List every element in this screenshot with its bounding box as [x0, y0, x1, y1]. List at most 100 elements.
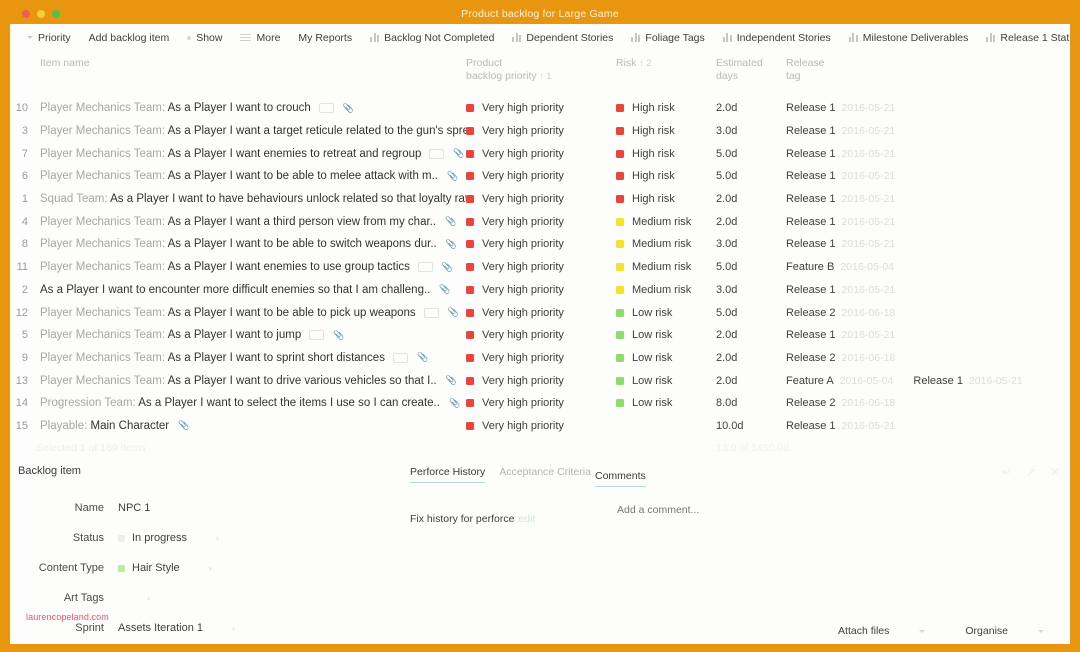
row-release-tags[interactable]: Release 1 2016-05-21	[786, 125, 1070, 137]
col-header-risk[interactable]: Risk ↑ 2	[616, 57, 716, 70]
attachment-icon[interactable]: 📎	[439, 285, 450, 294]
row-item-name[interactable]: Player Mechanics Team: As a Player I wan…	[36, 375, 466, 387]
col-header-estimated-days[interactable]: Estimated days	[716, 57, 786, 82]
tag-chip-icon[interactable]	[429, 148, 445, 159]
toolbar-item-add-backlog-item[interactable]: Add backlog item	[80, 32, 179, 44]
attachment-icon[interactable]: 📎	[178, 421, 189, 430]
row-risk[interactable]: High risk	[616, 125, 716, 137]
row-release-tags[interactable]: Release 1 2016-05-21	[786, 284, 1070, 296]
row-item-name[interactable]: As a Player I want to encounter more dif…	[36, 284, 466, 296]
table-row[interactable]: 9 Player Mechanics Team: As a Player I wa…	[10, 347, 1070, 370]
row-risk[interactable]: Low risk	[616, 329, 716, 341]
row-item-name[interactable]: Player Mechanics Team: As a Player I wan…	[36, 261, 466, 273]
row-priority[interactable]: Very high priority	[466, 170, 616, 182]
attachment-icon[interactable]: 📎	[446, 239, 457, 249]
table-row[interactable]: 7 Player Mechanics Team: As a Player I wa…	[10, 142, 1070, 165]
row-risk[interactable]: High risk	[616, 170, 716, 182]
toolbar-item-foliage-tags[interactable]: Foliage Tags	[622, 32, 713, 44]
expand-icon[interactable]: ↗	[1026, 465, 1036, 479]
table-row[interactable]: 4 Player Mechanics Team: As a Player I wa…	[10, 210, 1070, 233]
toolbar-item-my-reports[interactable]: My Reports	[289, 32, 361, 44]
col-header-release-tag[interactable]: Release tag	[786, 57, 1070, 82]
table-row[interactable]: 1 Squad Team: As a Player I want to have …	[10, 188, 1070, 211]
row-estimated-days[interactable]: 3.0d	[716, 125, 786, 137]
table-row[interactable]: 2 As a Player I want to encounter more d…	[10, 279, 1070, 302]
row-item-name[interactable]: Player Mechanics Team: As a Player I wan…	[36, 329, 466, 341]
attachment-icon[interactable]: 📎	[453, 149, 464, 158]
row-priority[interactable]: Very high priority	[466, 238, 616, 250]
row-estimated-days[interactable]: 5.0d	[716, 307, 786, 319]
return-icon[interactable]: ↵	[1002, 465, 1012, 479]
table-row[interactable]: 12 Player Mechanics Team: As a Player I w…	[10, 301, 1070, 324]
row-item-name[interactable]: Player Mechanics Team: As a Player I wan…	[36, 238, 466, 250]
row-priority[interactable]: Very high priority	[466, 261, 616, 273]
table-row[interactable]: 6 Player Mechanics Team: As a Player I wa…	[10, 165, 1070, 188]
tag-chip-icon[interactable]	[392, 352, 408, 363]
row-release-tags[interactable]: Release 1 2016-05-21	[786, 216, 1070, 228]
toolbar-item-independent-stories[interactable]: Independent Stories	[714, 32, 840, 44]
row-release-tags[interactable]: Release 1 2016-05-21	[786, 170, 1070, 182]
row-release-tags[interactable]: Release 1 2016-05-21	[786, 102, 1070, 114]
attachment-icon[interactable]: 📎	[442, 262, 453, 272]
tag-chip-icon[interactable]	[309, 330, 325, 341]
row-priority[interactable]: Very high priority	[466, 352, 616, 364]
row-priority[interactable]: Very high priority	[466, 329, 616, 341]
row-release-tags[interactable]: Release 2 2016-06-18	[786, 352, 1070, 364]
table-row[interactable]: 14 Progression Team: As a Player I want t…	[10, 392, 1070, 415]
toolbar-item-more[interactable]: More	[231, 32, 289, 44]
row-item-name[interactable]: Playable: Main Character 📎	[36, 420, 466, 432]
row-release-tags[interactable]: Release 2 2016-06-18	[786, 307, 1070, 319]
row-release-tags[interactable]: Feature A 2016-05-04 Release 1 2016-05-21	[786, 375, 1070, 387]
row-item-name[interactable]: Player Mechanics Team: As a Player I wan…	[36, 170, 466, 182]
tab-perforce-history[interactable]: Perforce History	[410, 466, 486, 484]
row-risk[interactable]: Medium risk	[616, 238, 716, 250]
row-priority[interactable]: Very high priority	[466, 102, 616, 114]
toolbar-item-release-1-status[interactable]: Release 1 Status	[977, 32, 1070, 44]
row-estimated-days[interactable]: 2.0d	[716, 329, 786, 341]
row-risk[interactable]: Medium risk	[616, 261, 716, 273]
attachment-icon[interactable]: 📎	[447, 171, 458, 181]
row-priority[interactable]: Very high priority	[466, 193, 616, 205]
toolbar-item-milestone-deliverables[interactable]: Milestone Deliverables	[840, 32, 978, 44]
tag-chip-icon[interactable]	[417, 262, 433, 273]
row-risk[interactable]: Medium risk	[616, 284, 716, 296]
tab-acceptance-criteria[interactable]: Acceptance Criteria	[499, 466, 591, 483]
row-priority[interactable]: Very high priority	[466, 284, 616, 296]
row-item-name[interactable]: Player Mechanics Team: As a Player I wan…	[36, 148, 466, 160]
row-release-tags[interactable]: Release 2 2016-06-18	[786, 397, 1070, 409]
toolbar-item-dependent-stories[interactable]: Dependent Stories	[503, 32, 622, 44]
row-priority[interactable]: Very high priority	[466, 148, 616, 160]
row-estimated-days[interactable]: 2.0d	[716, 216, 786, 228]
table-row[interactable]: 5 Player Mechanics Team: As a Player I wa…	[10, 324, 1070, 347]
row-item-name[interactable]: Progression Team: As a Player I want to …	[36, 397, 466, 409]
row-risk[interactable]: High risk	[616, 102, 716, 114]
row-estimated-days[interactable]: 2.0d	[716, 375, 786, 387]
attachment-icon[interactable]: 📎	[446, 376, 457, 385]
row-priority[interactable]: Very high priority	[466, 420, 616, 432]
row-release-tags[interactable]: Release 1 2016-05-21	[786, 238, 1070, 250]
toolbar-item-backlog-not-completed[interactable]: Backlog Not Completed	[361, 32, 503, 44]
row-estimated-days[interactable]: 5.0d	[716, 170, 786, 182]
row-item-name[interactable]: Player Mechanics Team: As a Player I wan…	[36, 216, 466, 228]
row-release-tags[interactable]: Release 1 2016-05-21	[786, 420, 1070, 432]
table-row[interactable]: 3 Player Mechanics Team: As a Player I wa…	[10, 120, 1070, 143]
row-estimated-days[interactable]: 5.0d	[716, 148, 786, 160]
history-edit-link[interactable]: edit	[518, 513, 535, 525]
table-row[interactable]: 10 Player Mechanics Team: As a Player I w…	[10, 97, 1070, 120]
row-release-tags[interactable]: Release 1 2016-05-21	[786, 329, 1070, 341]
row-estimated-days[interactable]: 5.0d	[716, 261, 786, 273]
table-row[interactable]: 8 Player Mechanics Team: As a Player I wa…	[10, 233, 1070, 256]
row-priority[interactable]: Very high priority	[466, 397, 616, 409]
attachment-icon[interactable]: 📎	[445, 217, 456, 226]
detail-field-value[interactable]: Hair Style ›	[118, 562, 212, 574]
attach-files-button[interactable]: Attach files	[798, 625, 926, 637]
toolbar-item-show[interactable]: Show	[178, 32, 231, 44]
row-estimated-days[interactable]: 3.0d	[716, 284, 786, 296]
row-item-name[interactable]: Player Mechanics Team: As a Player I wan…	[36, 125, 466, 137]
organise-button[interactable]: Organise	[925, 625, 1044, 637]
row-risk[interactable]: Low risk	[616, 352, 716, 364]
row-priority[interactable]: Very high priority	[466, 216, 616, 228]
row-risk[interactable]: Low risk	[616, 375, 716, 387]
row-risk[interactable]: Low risk	[616, 397, 716, 409]
row-estimated-days[interactable]: 3.0d	[716, 238, 786, 250]
